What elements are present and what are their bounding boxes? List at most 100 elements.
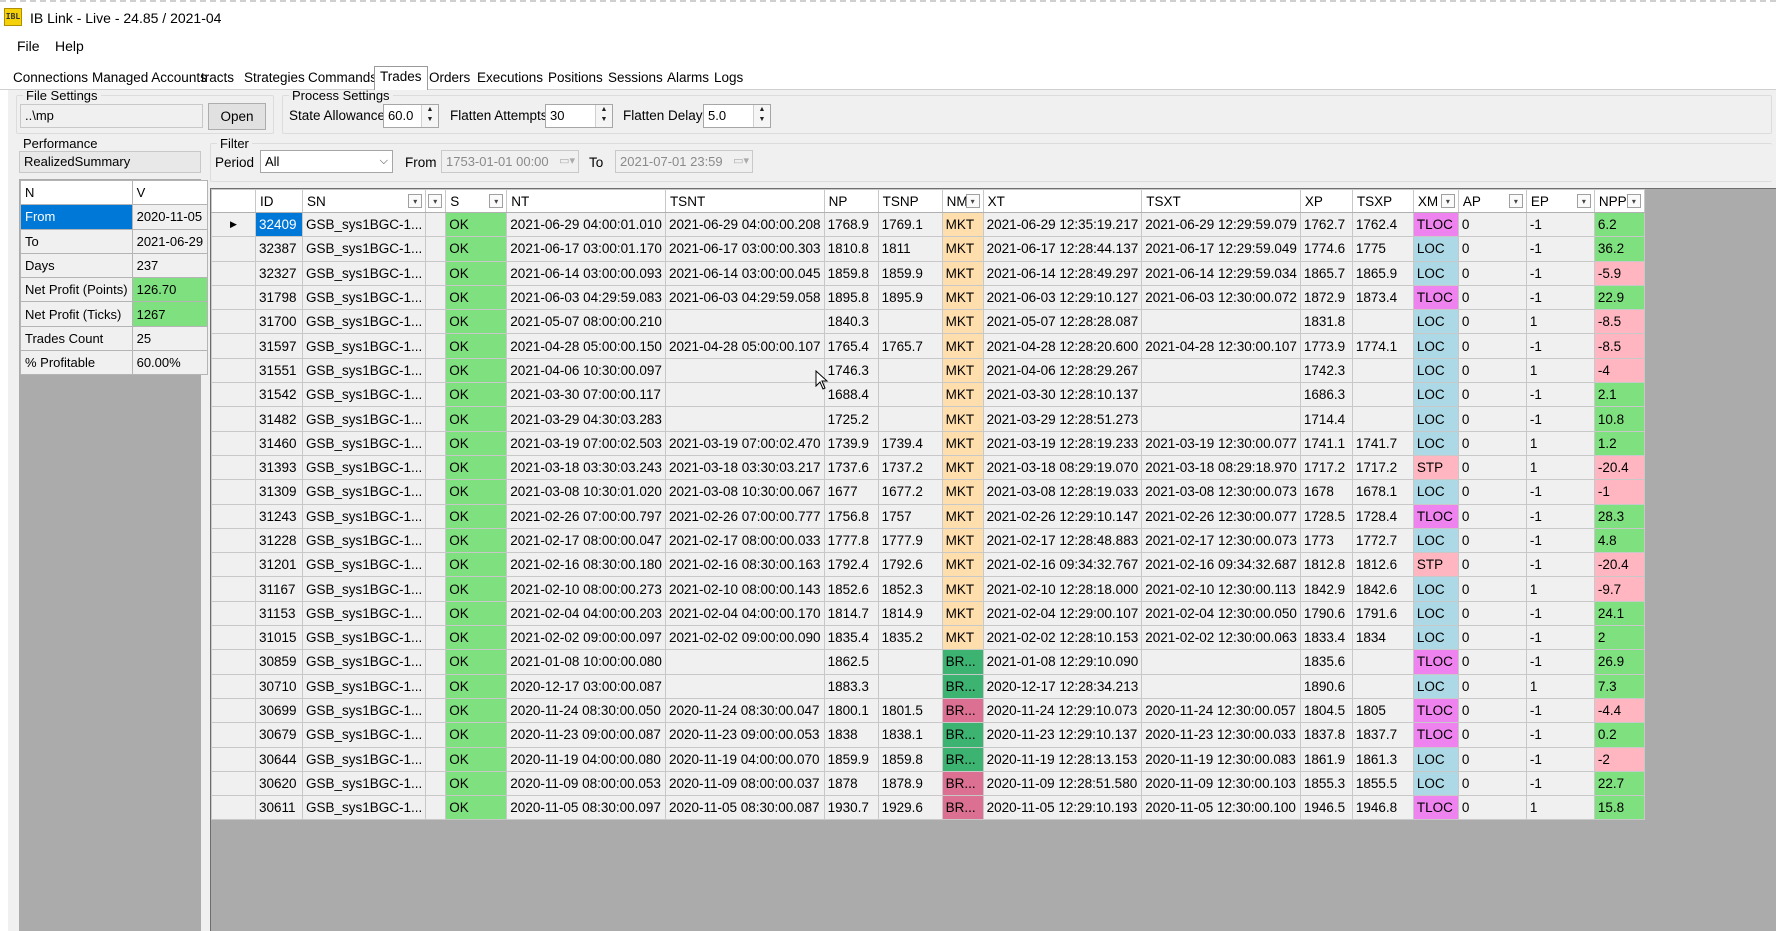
cell-id[interactable]: 32409 — [255, 211, 303, 238]
cell-tsnt[interactable]: 2021-06-03 04:29:59.058 — [664, 284, 825, 311]
perf-header-v[interactable]: V — [131, 179, 209, 206]
cell-nt[interactable]: 2021-01-08 10:00:00.080 — [506, 649, 666, 675]
cell-tsxp[interactable]: 1717.2 — [1351, 454, 1414, 481]
cell-tsnp[interactable]: 1677.2 — [877, 479, 943, 505]
cell-tsxp[interactable]: 1772.7 — [1351, 527, 1414, 554]
cell-xm[interactable]: LOC — [1412, 673, 1459, 699]
cell-npp[interactable]: 28.3 — [1593, 503, 1645, 529]
cell-nm[interactable]: BR... — [941, 722, 984, 748]
cell-tsnt[interactable] — [664, 309, 825, 335]
table-row[interactable]: 31153 GSB_sys1BGC-1... OK 2021-02-04 04:00:… — [211, 600, 1645, 627]
row-header[interactable] — [211, 649, 256, 675]
cell-tsxt[interactable] — [1141, 357, 1301, 384]
cell-sn[interactable]: GSB_sys1BGC-1... — [301, 770, 427, 797]
cell-s[interactable]: OK — [445, 333, 508, 359]
cell-ap[interactable]: 0 — [1457, 211, 1527, 238]
cell-ap[interactable]: 0 — [1457, 333, 1527, 359]
cell-flag[interactable] — [425, 309, 447, 335]
cell-s[interactable]: OK — [445, 211, 508, 238]
cell-xt[interactable]: 2020-11-05 12:29:10.193 — [982, 795, 1143, 821]
cell-xt[interactable]: 2021-06-17 12:28:44.137 — [982, 236, 1143, 262]
flatten-delay-input[interactable]: 5.0 ▲ ▼ — [703, 104, 771, 128]
cell-xm[interactable]: LOC — [1412, 236, 1459, 262]
cell-tsnp[interactable]: 1801.5 — [877, 697, 943, 724]
column-header-nt[interactable]: NT — [506, 189, 666, 213]
cell-tsnp[interactable]: 1811 — [877, 236, 943, 262]
cell-tsnp[interactable]: 1757 — [877, 503, 943, 529]
cell-ep[interactable]: -1 — [1525, 527, 1595, 554]
cell-xt[interactable]: 2021-02-16 09:34:32.767 — [982, 552, 1143, 578]
cell-nt[interactable]: 2020-11-05 08:30:00.097 — [506, 795, 666, 821]
cell-np[interactable]: 1777.8 — [823, 527, 879, 554]
cell-tsnt[interactable] — [664, 406, 825, 432]
column-filter-icon[interactable]: ▾ — [489, 194, 504, 208]
cell-flag[interactable] — [425, 236, 447, 262]
cell-tsnp[interactable]: 1929.6 — [877, 795, 943, 821]
cell-tsnp[interactable] — [877, 357, 943, 384]
cell-nm[interactable]: MKT — [941, 625, 984, 651]
column-filter-icon[interactable]: ▾ — [408, 194, 423, 208]
cell-tsxt[interactable] — [1141, 406, 1301, 432]
cell-id[interactable]: 31167 — [255, 576, 303, 602]
cell-tsnt[interactable]: 2021-02-16 08:30:00.163 — [664, 552, 825, 578]
cell-flag[interactable] — [425, 722, 447, 748]
cell-np[interactable]: 1792.4 — [823, 552, 879, 578]
cell-flag[interactable] — [425, 527, 447, 554]
table-row[interactable]: 31393 GSB_sys1BGC-1... OK 2021-03-18 03:30:… — [211, 454, 1645, 481]
cell-sn[interactable]: GSB_sys1BGC-1... — [301, 211, 427, 238]
cell-sn[interactable]: GSB_sys1BGC-1... — [301, 600, 427, 627]
row-header[interactable] — [211, 236, 256, 262]
column-filter-icon[interactable]: ▾ — [1576, 194, 1591, 208]
cell-xt[interactable]: 2021-02-26 12:29:10.147 — [982, 503, 1143, 529]
cell-xm[interactable]: LOC — [1412, 357, 1459, 384]
cell-sn[interactable]: GSB_sys1BGC-1... — [301, 236, 427, 262]
cell-npp[interactable]: 2.1 — [1593, 382, 1645, 408]
cell-tsnt[interactable]: 2021-06-17 03:00:00.303 — [664, 236, 825, 262]
table-row[interactable]: 32327 GSB_sys1BGC-1... OK 2021-06-14 03:00:… — [211, 260, 1645, 286]
row-header[interactable] — [211, 722, 256, 748]
cell-tsxp[interactable] — [1351, 406, 1414, 432]
cell-xt[interactable]: 2021-03-19 12:28:19.233 — [982, 430, 1143, 456]
cell-id[interactable]: 31228 — [255, 527, 303, 554]
cell-tsnt[interactable]: 2021-02-10 08:00:00.143 — [664, 576, 825, 602]
table-row[interactable]: 31597 GSB_sys1BGC-1... OK 2021-04-28 05:00:… — [211, 333, 1645, 359]
cell-xp[interactable]: 1855.3 — [1299, 770, 1353, 797]
cell-xt[interactable]: 2021-03-29 12:28:51.273 — [982, 406, 1143, 432]
cell-xp[interactable]: 1835.6 — [1299, 649, 1353, 675]
cell-ep[interactable]: -1 — [1525, 625, 1595, 651]
cell-ap[interactable]: 0 — [1457, 260, 1527, 286]
cell-id[interactable]: 31551 — [255, 357, 303, 384]
cell-xt[interactable]: 2021-03-18 08:29:19.070 — [982, 454, 1143, 481]
cell-tsxt[interactable]: 2021-06-17 12:29:59.049 — [1141, 236, 1301, 262]
cell-nt[interactable]: 2021-05-07 08:00:00.210 — [506, 309, 666, 335]
cell-s[interactable]: OK — [445, 770, 508, 797]
cell-s[interactable]: OK — [445, 260, 508, 286]
cell-xt[interactable]: 2021-03-30 12:28:10.137 — [982, 382, 1143, 408]
cell-s[interactable]: OK — [445, 625, 508, 651]
column-header-tsxp[interactable]: TSXP — [1351, 189, 1414, 213]
cell-npp[interactable]: 22.9 — [1593, 284, 1645, 311]
cell-flag[interactable] — [425, 211, 447, 238]
cell-xp[interactable]: 1861.9 — [1299, 746, 1353, 772]
cell-tsnt[interactable]: 2020-11-09 08:00:00.037 — [664, 770, 825, 797]
table-row[interactable]: 31243 GSB_sys1BGC-1... OK 2021-02-26 07:00:… — [211, 503, 1645, 529]
cell-xp[interactable]: 1842.9 — [1299, 576, 1353, 602]
cell-np[interactable]: 1737.6 — [823, 454, 879, 481]
cell-xt[interactable]: 2021-02-10 12:28:18.000 — [982, 576, 1143, 602]
cell-s[interactable]: OK — [445, 284, 508, 311]
cell-ap[interactable]: 0 — [1457, 746, 1527, 772]
row-header[interactable] — [211, 260, 256, 286]
cell-nt[interactable]: 2021-03-18 03:30:03.243 — [506, 454, 666, 481]
cell-flag[interactable] — [425, 770, 447, 797]
cell-sn[interactable]: GSB_sys1BGC-1... — [301, 260, 427, 286]
cell-tsnt[interactable]: 2021-02-02 09:00:00.090 — [664, 625, 825, 651]
cell-flag[interactable] — [425, 600, 447, 627]
cell-tsxp[interactable]: 1762.4 — [1351, 211, 1414, 238]
cell-np[interactable]: 1725.2 — [823, 406, 879, 432]
perf-header-n[interactable]: N — [20, 179, 133, 206]
cell-flag[interactable] — [425, 406, 447, 432]
cell-id[interactable]: 31015 — [255, 625, 303, 651]
cell-xp[interactable]: 1773 — [1299, 527, 1353, 554]
cell-flag[interactable] — [425, 552, 447, 578]
cell-xm[interactable]: LOC — [1412, 625, 1459, 651]
